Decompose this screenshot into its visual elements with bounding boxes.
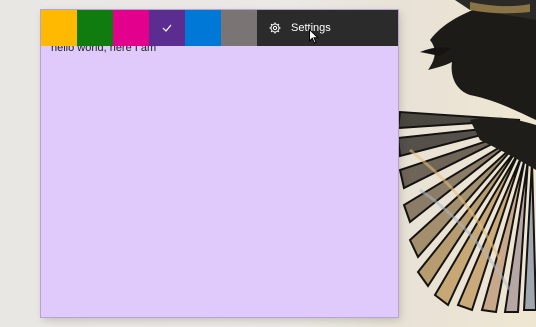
gear-icon — [269, 22, 281, 34]
settings-button[interactable]: Settings — [257, 10, 398, 46]
sticky-note: Settings hello world, here I am — [41, 10, 398, 317]
color-swatch-pink[interactable] — [113, 10, 149, 46]
note-color-toolbar: Settings — [41, 10, 398, 46]
color-swatch-gray[interactable] — [221, 10, 257, 46]
mouse-cursor-icon — [309, 29, 319, 44]
color-swatch-yellow[interactable] — [41, 10, 77, 46]
checkmark-icon — [162, 24, 172, 32]
color-swatch-blue[interactable] — [185, 10, 221, 46]
color-swatch-purple[interactable] — [149, 10, 185, 46]
color-swatch-green[interactable] — [77, 10, 113, 46]
